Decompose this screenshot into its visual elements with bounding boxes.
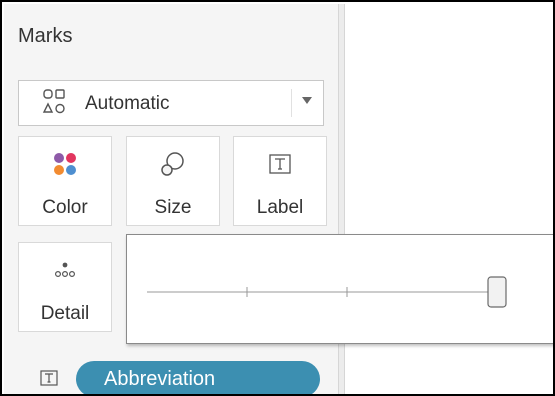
detail-card[interactable]: Detail xyxy=(18,242,112,332)
automatic-shapes-icon xyxy=(42,89,65,114)
size-slider[interactable] xyxy=(127,235,555,343)
field-pill-row: Abbreviation xyxy=(18,358,338,394)
window-frame: Marks Automatic Color Size Label Detail … xyxy=(0,0,555,396)
color-card[interactable]: Color xyxy=(18,136,112,226)
label-card-label: Label xyxy=(256,197,304,218)
color-palette-icon xyxy=(54,153,76,175)
size-card[interactable]: Size xyxy=(126,136,220,226)
mark-type-value: Automatic xyxy=(85,93,170,114)
detail-icon xyxy=(54,262,76,278)
color-card-label: Color xyxy=(42,197,88,218)
chevron-down-icon[interactable] xyxy=(302,97,312,104)
size-card-label: Size xyxy=(154,197,192,218)
slider-thumb[interactable] xyxy=(487,276,507,308)
abbreviation-field-pill[interactable]: Abbreviation xyxy=(76,361,320,394)
size-icon xyxy=(161,152,184,176)
detail-card-label: Detail xyxy=(40,303,90,324)
label-card[interactable]: Label xyxy=(233,136,327,226)
marks-title: Marks xyxy=(18,25,73,47)
mark-type-dropdown[interactable]: Automatic xyxy=(18,80,324,126)
text-label-icon[interactable] xyxy=(40,370,58,386)
dropdown-separator xyxy=(291,89,292,117)
text-label-icon xyxy=(269,154,291,174)
size-slider-popup xyxy=(126,234,555,344)
